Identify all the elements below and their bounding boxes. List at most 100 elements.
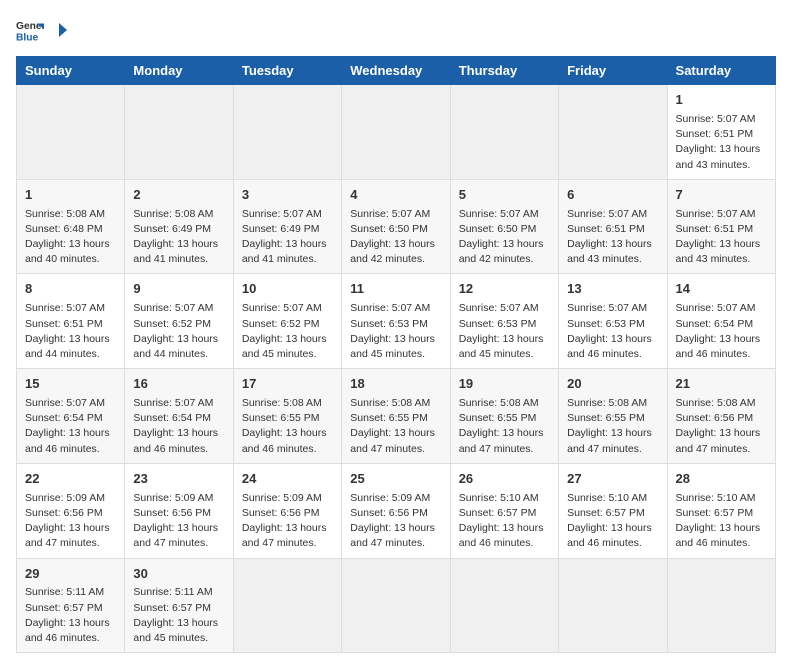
sunset-text: Sunset: 6:50 PM xyxy=(350,223,428,235)
calendar-cell xyxy=(667,558,775,653)
sunrise-text: Sunrise: 5:08 AM xyxy=(25,208,105,220)
calendar-week-row: 15 Sunrise: 5:07 AM Sunset: 6:54 PM Dayligh… xyxy=(17,369,776,464)
calendar-cell: 1Sunrise: 5:07 AMSunset: 6:51 PMDaylight… xyxy=(667,85,775,180)
daylight-text: Daylight: 13 hours and 46 minutes. xyxy=(242,427,327,454)
sunrise-text: Sunrise: 5:08 AM xyxy=(133,208,213,220)
logo-icon: General Blue xyxy=(16,16,44,44)
sunset-text: Sunset: 6:53 PM xyxy=(350,318,428,330)
calendar-week-row: 1Sunrise: 5:07 AMSunset: 6:51 PMDaylight… xyxy=(17,85,776,180)
sunset-text: Sunset: 6:50 PM xyxy=(459,223,537,235)
day-number: 11 xyxy=(350,280,441,299)
daylight-text: Daylight: 13 hours and 43 minutes. xyxy=(567,238,652,265)
sunset-text: Sunset: 6:53 PM xyxy=(567,318,645,330)
day-number: 4 xyxy=(350,186,441,205)
sunrise-text: Sunrise: 5:07 AM xyxy=(133,397,213,409)
sunset-text: Sunset: 6:49 PM xyxy=(242,223,320,235)
calendar-cell: 11Sunrise: 5:07 AMSunset: 6:53 PMDayligh… xyxy=(342,274,450,369)
sunrise-text: Sunrise: 5:07 AM xyxy=(242,302,322,314)
sunrise-text: Sunrise: 5:09 AM xyxy=(25,492,105,504)
day-number: 20 xyxy=(567,375,658,394)
calendar-cell: 26Sunrise: 5:10 AMSunset: 6:57 PMDayligh… xyxy=(450,463,558,558)
daylight-text: Daylight: 13 hours and 41 minutes. xyxy=(133,238,218,265)
daylight-text: Daylight: 13 hours and 46 minutes. xyxy=(25,427,110,454)
header-day-sunday: Sunday xyxy=(17,57,125,85)
calendar-cell: 19Sunrise: 5:08 AMSunset: 6:55 PMDayligh… xyxy=(450,369,558,464)
calendar-cell: 18Sunrise: 5:08 AMSunset: 6:55 PMDayligh… xyxy=(342,369,450,464)
day-number: 13 xyxy=(567,280,658,299)
sunset-text: Sunset: 6:54 PM xyxy=(133,412,211,424)
sunrise-text: Sunrise: 5:09 AM xyxy=(350,492,430,504)
calendar-cell: 20Sunrise: 5:08 AMSunset: 6:55 PMDayligh… xyxy=(559,369,667,464)
calendar-week-row: 29Sunrise: 5:11 AMSunset: 6:57 PMDayligh… xyxy=(17,558,776,653)
sunset-text: Sunset: 6:57 PM xyxy=(676,507,754,519)
day-number: 6 xyxy=(567,186,658,205)
day-number: 18 xyxy=(350,375,441,394)
sunset-text: Sunset: 6:57 PM xyxy=(567,507,645,519)
calendar-cell xyxy=(125,85,233,180)
calendar-cell: 15 Sunrise: 5:07 AM Sunset: 6:54 PM Dayligh… xyxy=(17,369,125,464)
day-number: 29 xyxy=(25,565,116,584)
calendar-cell xyxy=(450,85,558,180)
sunset-text: Sunset: 6:56 PM xyxy=(242,507,320,519)
calendar-cell: 24Sunrise: 5:09 AMSunset: 6:56 PMDayligh… xyxy=(233,463,341,558)
calendar-header: SundayMondayTuesdayWednesdayThursdayFrid… xyxy=(17,57,776,85)
sunrise-text: Sunrise: 5:08 AM xyxy=(459,397,539,409)
calendar-cell xyxy=(450,558,558,653)
calendar-cell: 25Sunrise: 5:09 AMSunset: 6:56 PMDayligh… xyxy=(342,463,450,558)
day-number: 9 xyxy=(133,280,224,299)
logo: General Blue xyxy=(16,16,67,44)
calendar-cell: 1Sunrise: 5:08 AMSunset: 6:48 PMDaylight… xyxy=(17,179,125,274)
calendar-week-row: 1Sunrise: 5:08 AMSunset: 6:48 PMDaylight… xyxy=(17,179,776,274)
calendar-cell xyxy=(342,85,450,180)
sunrise-text: Sunrise: 5:07 AM xyxy=(25,397,105,409)
sunrise-text: Sunrise: 5:07 AM xyxy=(350,208,430,220)
sunset-text: Sunset: 6:56 PM xyxy=(25,507,103,519)
day-number: 26 xyxy=(459,470,550,489)
daylight-text: Daylight: 13 hours and 46 minutes. xyxy=(133,427,218,454)
sunset-text: Sunset: 6:56 PM xyxy=(133,507,211,519)
daylight-text: Daylight: 13 hours and 45 minutes. xyxy=(133,617,218,644)
calendar-cell: 16 Sunrise: 5:07 AM Sunset: 6:54 PM Dayligh… xyxy=(125,369,233,464)
daylight-text: Daylight: 13 hours and 47 minutes. xyxy=(133,522,218,549)
sunset-text: Sunset: 6:52 PM xyxy=(133,318,211,330)
sunset-text: Sunset: 6:49 PM xyxy=(133,223,211,235)
sunrise-text: Sunrise: 5:11 AM xyxy=(25,586,104,598)
day-number: 5 xyxy=(459,186,550,205)
calendar-cell xyxy=(17,85,125,180)
sunset-text: Sunset: 6:56 PM xyxy=(676,412,754,424)
day-number: 12 xyxy=(459,280,550,299)
sunset-text: Sunset: 6:54 PM xyxy=(676,318,754,330)
sunset-text: Sunset: 6:53 PM xyxy=(459,318,537,330)
daylight-text: Daylight: 13 hours and 47 minutes. xyxy=(350,427,435,454)
calendar-cell: 4 Sunrise: 5:07 AM Sunset: 6:50 PM Daylight… xyxy=(342,179,450,274)
header-day-saturday: Saturday xyxy=(667,57,775,85)
day-number: 3 xyxy=(242,186,333,205)
svg-text:Blue: Blue xyxy=(16,32,39,43)
sunset-text: Sunset: 6:57 PM xyxy=(459,507,537,519)
day-number: 24 xyxy=(242,470,333,489)
day-number: 1 xyxy=(25,186,116,205)
daylight-text: Daylight: 13 hours and 47 minutes. xyxy=(567,427,652,454)
day-number: 21 xyxy=(676,375,767,394)
sunset-text: Sunset: 6:51 PM xyxy=(676,223,754,235)
daylight-text: Daylight: 13 hours and 46 minutes. xyxy=(567,333,652,360)
day-number: 16 xyxy=(133,375,224,394)
day-number: 14 xyxy=(676,280,767,299)
daylight-text: Daylight: 13 hours and 46 minutes. xyxy=(676,522,761,549)
sunset-text: Sunset: 6:51 PM xyxy=(676,128,754,140)
header-day-thursday: Thursday xyxy=(450,57,558,85)
sunrise-text: Sunrise: 5:08 AM xyxy=(676,397,756,409)
sunrise-text: Sunrise: 5:07 AM xyxy=(459,302,539,314)
daylight-text: Daylight: 13 hours and 40 minutes. xyxy=(25,238,110,265)
daylight-text: Daylight: 13 hours and 44 minutes. xyxy=(133,333,218,360)
daylight-text: Daylight: 13 hours and 42 minutes. xyxy=(350,238,435,265)
daylight-text: Daylight: 13 hours and 45 minutes. xyxy=(459,333,544,360)
day-number: 17 xyxy=(242,375,333,394)
sunset-text: Sunset: 6:54 PM xyxy=(25,412,103,424)
sunset-text: Sunset: 6:55 PM xyxy=(242,412,320,424)
day-number: 15 xyxy=(25,375,116,394)
daylight-text: Daylight: 13 hours and 46 minutes. xyxy=(676,333,761,360)
sunrise-text: Sunrise: 5:10 AM xyxy=(567,492,647,504)
day-number: 8 xyxy=(25,280,116,299)
sunrise-text: Sunrise: 5:07 AM xyxy=(676,208,756,220)
